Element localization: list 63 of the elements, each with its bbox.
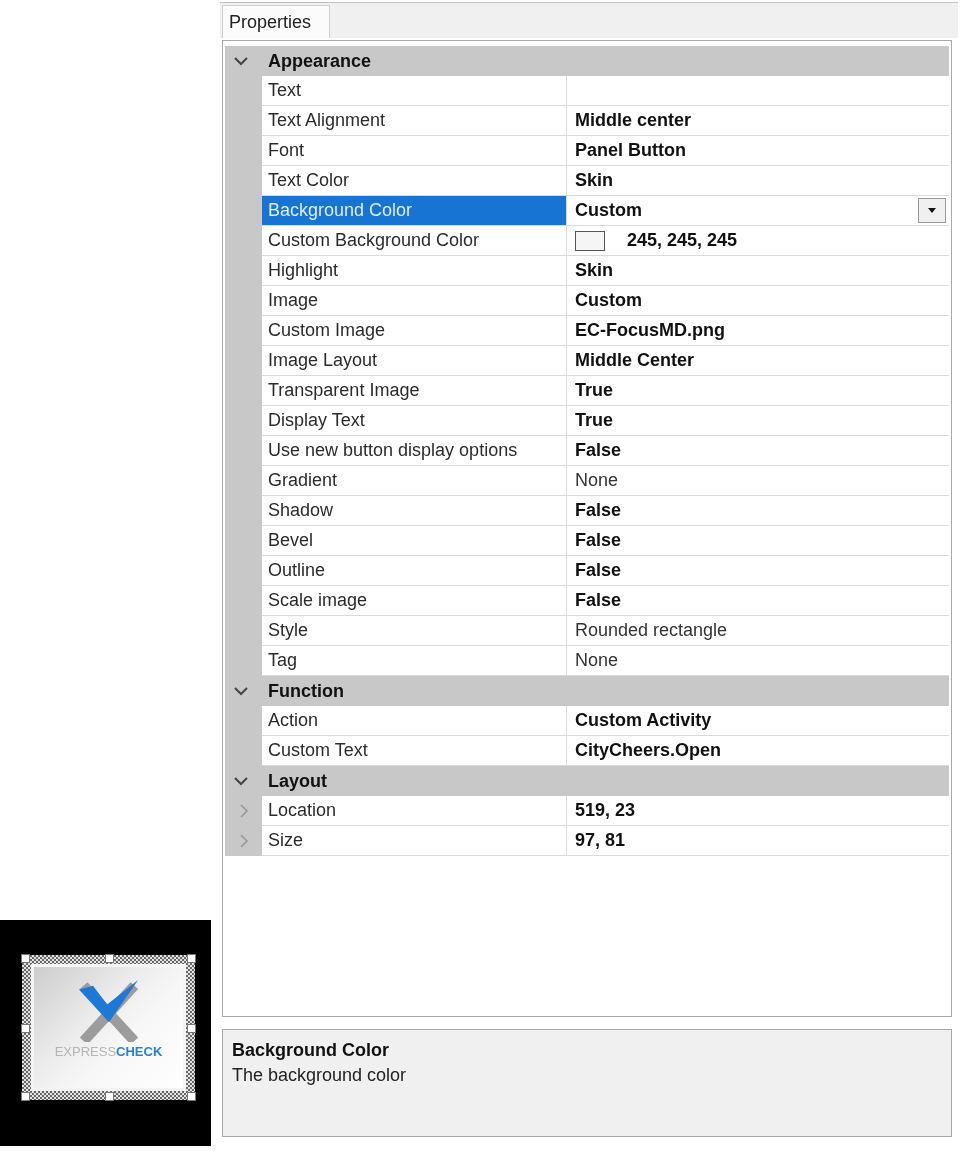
resize-handle[interactable]: [187, 954, 196, 963]
property-name[interactable]: Text: [262, 76, 567, 106]
property-value: True: [575, 410, 613, 431]
property-name[interactable]: Custom Image: [262, 316, 567, 346]
property-name[interactable]: Custom Text: [262, 736, 567, 766]
property-name[interactable]: Font: [262, 136, 567, 166]
property-name[interactable]: Highlight: [262, 256, 567, 286]
property-value: Middle center: [575, 110, 692, 131]
property-name[interactable]: Display Text: [262, 406, 567, 436]
property-name[interactable]: Shadow: [262, 496, 567, 526]
logo-wordmark: EXPRESSCHECK: [54, 1044, 163, 1059]
property-value: False: [575, 590, 622, 611]
property-value: Skin: [575, 260, 613, 281]
dropdown-button[interactable]: [918, 198, 946, 223]
property-name[interactable]: Size: [262, 826, 567, 856]
properties-tab[interactable]: Properties: [222, 5, 330, 38]
resize-handle[interactable]: [104, 1092, 114, 1101]
property-name[interactable]: Text Alignment: [262, 106, 567, 136]
description-text: The background color: [232, 1064, 408, 1087]
resize-handle[interactable]: [21, 1023, 30, 1033]
property-name[interactable]: Background Color: [262, 196, 567, 226]
property-value: False: [575, 500, 622, 521]
description-title: Background Color: [232, 1039, 390, 1062]
property-name[interactable]: Text Color: [262, 166, 567, 196]
property-value: CityCheers.Open: [575, 740, 722, 761]
resize-handle[interactable]: [104, 954, 114, 963]
property-name[interactable]: Tag: [262, 646, 567, 676]
property-name[interactable]: Custom Background Color: [262, 226, 567, 256]
property-value: Custom: [575, 200, 642, 221]
resize-handle[interactable]: [187, 1023, 196, 1033]
resize-handle[interactable]: [187, 1092, 196, 1101]
property-value: 97, 81: [575, 830, 626, 851]
property-value: Custom Activity: [575, 710, 712, 731]
property-value: False: [575, 440, 622, 461]
property-value: Middle Center: [575, 350, 694, 371]
selection-frame[interactable]: EXPRESSCHECK: [22, 955, 195, 1100]
property-value: EC-FocusMD.png: [575, 320, 725, 341]
property-name[interactable]: Location: [262, 796, 567, 826]
property-name[interactable]: Transparent Image: [262, 376, 567, 406]
property-value: Skin: [575, 170, 613, 191]
dropdown-arrow-icon: [928, 208, 936, 213]
property-name[interactable]: Scale image: [262, 586, 567, 616]
resize-handle[interactable]: [21, 1092, 30, 1101]
property-value: Panel Button: [575, 140, 686, 161]
property-name[interactable]: Use new button display options: [262, 436, 567, 466]
property-name[interactable]: Style: [262, 616, 567, 646]
resize-handle[interactable]: [21, 954, 30, 963]
property-value: None: [575, 650, 619, 671]
property-name[interactable]: Image: [262, 286, 567, 316]
property-value: False: [575, 560, 622, 581]
property-name[interactable]: Image Layout: [262, 346, 567, 376]
property-name[interactable]: Bevel: [262, 526, 567, 556]
property-name[interactable]: Outline: [262, 556, 567, 586]
custom-button[interactable]: EXPRESSCHECK: [31, 964, 186, 1091]
property-value: Custom: [575, 290, 642, 311]
property-value: Rounded rectangle: [575, 620, 728, 641]
property-name[interactable]: Gradient: [262, 466, 567, 496]
property-value: None: [575, 470, 619, 491]
property-value: 519, 23: [575, 800, 636, 821]
property-name[interactable]: Action: [262, 706, 567, 736]
property-value: False: [575, 530, 622, 551]
property-value: 245, 245, 245: [627, 230, 738, 251]
property-value: True: [575, 380, 613, 401]
